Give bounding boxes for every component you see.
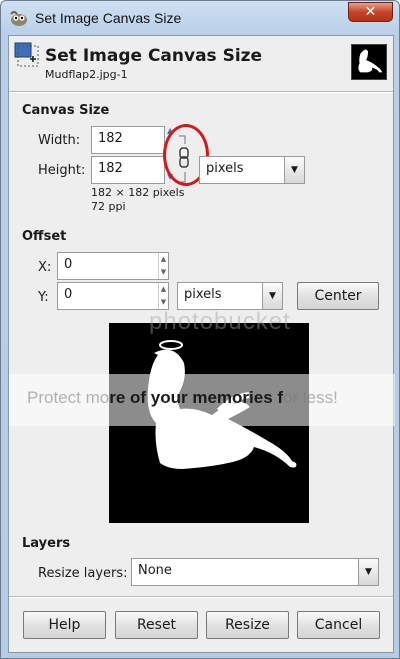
image-name: Mudflap2.jpg-1: [45, 68, 128, 81]
dialog-title: Set Image Canvas Size: [45, 46, 263, 66]
image-thumbnail: [351, 44, 387, 80]
offset-y-spinner[interactable]: ▲ ▼: [158, 283, 168, 309]
width-label: Width:: [38, 133, 81, 148]
offset-y-value: 0: [64, 287, 73, 302]
offset-x-input[interactable]: 0 ▲ ▼: [57, 252, 169, 280]
resize-layers-select[interactable]: None ▼: [131, 558, 379, 586]
offset-unit-select[interactable]: pixels ▼: [177, 282, 283, 310]
offset-x-label: X:: [38, 260, 52, 275]
resize-layers-label: Resize layers:: [38, 566, 128, 581]
offset-unit-value: pixels: [184, 287, 222, 302]
chevron-down-icon[interactable]: ▼: [284, 157, 304, 183]
height-label: Height:: [38, 163, 86, 178]
canvas-size-heading: Canvas Size: [22, 103, 110, 118]
resize-layers-value: None: [138, 563, 172, 578]
height-value: 182: [98, 161, 123, 176]
reset-button[interactable]: Reset: [115, 611, 198, 639]
width-input[interactable]: 182: [91, 126, 165, 154]
layers-heading: Layers: [22, 536, 71, 551]
width-value: 182: [98, 131, 123, 146]
cancel-button[interactable]: Cancel: [297, 611, 380, 639]
size-unit-value: pixels: [206, 161, 244, 176]
header-separator: [9, 91, 393, 93]
offset-y-input[interactable]: 0 ▲ ▼: [57, 282, 169, 310]
footer-separator: [9, 596, 393, 598]
help-button[interactable]: Help: [23, 611, 106, 639]
dialog-body: Set Image Canvas Size Mudflap2.jpg-1 Can…: [8, 35, 395, 653]
watermark-text: Protect more of your memories for less!: [27, 388, 338, 407]
offset-heading: Offset: [22, 229, 67, 244]
resolution-text: 72 ppi: [91, 200, 126, 213]
canvas-dimensions-text: 182 × 182 pixels: [91, 186, 185, 199]
resize-button[interactable]: Resize: [206, 611, 289, 639]
size-unit-select[interactable]: pixels ▼: [199, 156, 305, 184]
gimp-app-icon: [10, 11, 27, 26]
chevron-down-icon[interactable]: ▼: [262, 283, 282, 309]
watermark-logo: photobucket: [149, 308, 291, 335]
offset-x-spinner[interactable]: ▲ ▼: [158, 253, 168, 279]
window-title: Set Image Canvas Size: [35, 10, 182, 26]
offset-x-value: 0: [64, 257, 73, 272]
height-input[interactable]: 182: [91, 156, 165, 184]
center-button[interactable]: Center: [297, 282, 379, 310]
title-bar[interactable]: Set Image Canvas Size ✕: [1, 1, 399, 37]
offset-y-label: Y:: [38, 290, 49, 305]
canvas-size-icon: [14, 42, 39, 67]
close-button[interactable]: ✕: [348, 2, 393, 22]
dialog-window: Set Image Canvas Size ✕ Set Image Canvas…: [0, 0, 400, 659]
chevron-down-icon[interactable]: ▼: [358, 559, 378, 585]
